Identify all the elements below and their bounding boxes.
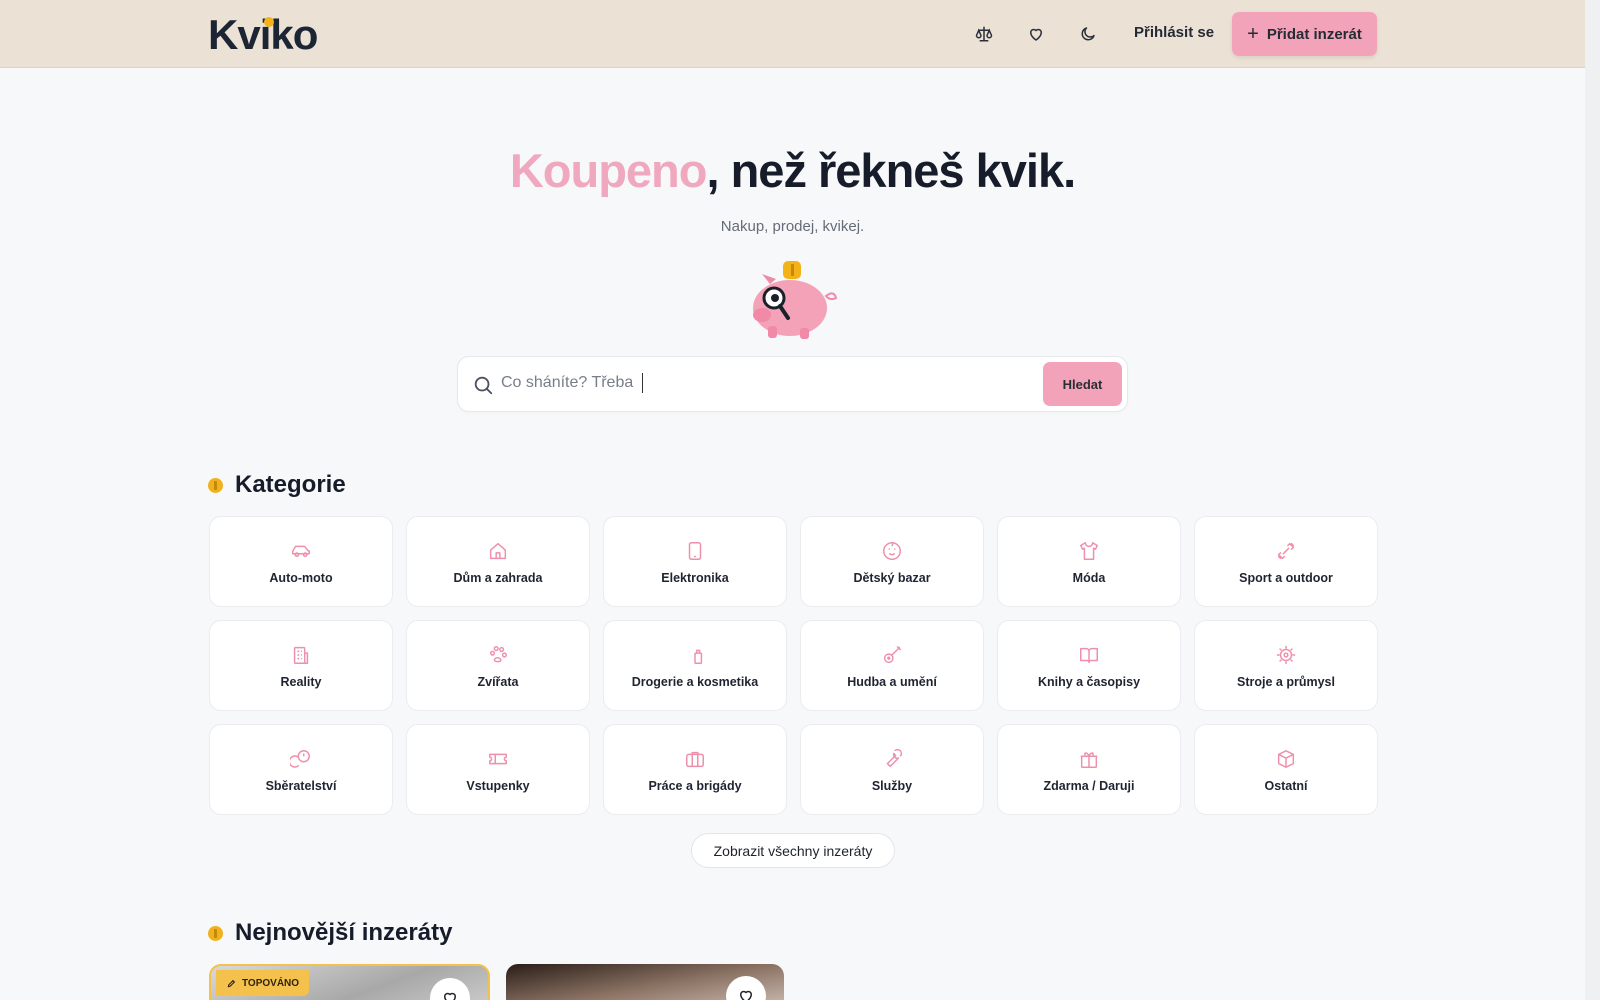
topped-badge-label: TOPOVÁNO — [242, 977, 300, 989]
ticket-icon — [486, 747, 510, 771]
category-label: Elektronika — [661, 570, 729, 585]
category-ostatni[interactable]: Ostatní — [1194, 724, 1378, 815]
category-label: Vstupenky — [466, 778, 530, 793]
hero-subtitle: Nakup, prodej, kvikej. — [720, 218, 865, 235]
top-header: Kviko Přihlásit se + Přidat inzerát — [0, 0, 1585, 68]
dark-mode-moon-icon[interactable] — [1076, 22, 1100, 46]
hero-title: Koupeno, než řekneš kvik. — [0, 143, 1585, 198]
text-cursor — [642, 373, 643, 393]
category-label: Auto-moto — [269, 570, 333, 585]
listing-card[interactable] — [506, 964, 784, 1000]
page-scrollbar[interactable] — [1585, 0, 1600, 1000]
category-label: Služby — [871, 778, 913, 793]
phone-icon — [683, 539, 707, 563]
category-elektronika[interactable]: Elektronika — [603, 516, 787, 607]
category-label: Práce a brigády — [648, 778, 742, 793]
category-zdarma-daruji[interactable]: Zdarma / Daruji — [997, 724, 1181, 815]
category-vstupenky[interactable]: Vstupenky — [406, 724, 590, 815]
dumbbell-icon — [1274, 539, 1298, 563]
box-icon — [1274, 747, 1298, 771]
category-moda[interactable]: Móda — [997, 516, 1181, 607]
category-drogerie-a-kosmetika[interactable]: Drogerie a kosmetika — [603, 620, 787, 711]
category-label: Reality — [280, 674, 322, 689]
plus-icon: + — [1247, 23, 1259, 45]
hero-title-accent: Koupeno — [509, 144, 708, 197]
logo-coin-icon — [264, 17, 274, 27]
cog-icon — [1274, 643, 1298, 667]
latest-listings-title: Nejnovější inzeráty — [235, 919, 453, 946]
category-dum-a-zahrada[interactable]: Dům a zahrada — [406, 516, 590, 607]
category-label: Drogerie a kosmetika — [631, 674, 759, 689]
compare-scale-icon[interactable] — [972, 22, 996, 46]
show-all-listings-button[interactable]: Zobrazit všechny inzeráty — [691, 833, 895, 868]
category-label: Sběratelství — [265, 778, 337, 793]
search-button[interactable]: Hledat — [1043, 362, 1122, 406]
favorites-heart-icon[interactable] — [1024, 22, 1048, 46]
hero-title-rest: , než řekneš kvik. — [706, 144, 1076, 197]
add-listing-button[interactable]: + Přidat inzerát — [1232, 12, 1377, 56]
building-icon — [289, 643, 313, 667]
category-sport-a-outdoor[interactable]: Sport a outdoor — [1194, 516, 1378, 607]
category-hudba-a-umeni[interactable]: Hudba a umění — [800, 620, 984, 711]
baby-icon — [880, 539, 904, 563]
category-label: Sport a outdoor — [1239, 570, 1333, 585]
category-label: Hudba a umění — [847, 674, 937, 689]
category-label: Zdarma / Daruji — [1043, 778, 1135, 793]
gift-icon — [1077, 747, 1101, 771]
category-label: Dům a zahrada — [453, 570, 543, 585]
category-label: Zvířata — [477, 674, 519, 689]
category-label: Ostatní — [1264, 778, 1308, 793]
category-reality[interactable]: Reality — [209, 620, 393, 711]
coins-icon — [289, 747, 313, 771]
topped-badge: TOPOVÁNO — [216, 970, 310, 996]
search-icon — [474, 376, 493, 395]
category-sberatelstvi[interactable]: Sběratelství — [209, 724, 393, 815]
book-icon — [1077, 643, 1101, 667]
category-knihy-a-casopisy[interactable]: Knihy a časopisy — [997, 620, 1181, 711]
categories-heading: Kategorie — [208, 471, 346, 499]
category-zvirata[interactable]: Zvířata — [406, 620, 590, 711]
house-icon — [486, 539, 510, 563]
paw-icon — [486, 643, 510, 667]
categories-title: Kategorie — [235, 471, 346, 498]
latest-listings-heading: Nejnovější inzeráty — [208, 919, 452, 947]
category-sluzby[interactable]: Služby — [800, 724, 984, 815]
shirt-icon — [1077, 539, 1101, 563]
wrench-icon — [880, 747, 904, 771]
guitar-icon — [880, 643, 904, 667]
category-label: Móda — [1072, 570, 1106, 585]
category-label: Knihy a časopisy — [1037, 674, 1141, 689]
category-label: Dětský bazar — [853, 570, 931, 585]
search-input[interactable]: Co sháníte? Třeba — [501, 374, 633, 392]
category-grid: Auto-moto Dům a zahrada Elektronika Děts… — [209, 516, 1378, 815]
login-link[interactable]: Přihlásit se — [1134, 24, 1214, 41]
coin-bullet-icon — [208, 925, 223, 941]
listing-card[interactable]: TOPOVÁNO — [209, 964, 490, 1000]
spray-icon — [683, 643, 707, 667]
favorite-heart-icon[interactable] — [430, 978, 470, 1000]
search-bar: Co sháníte? Třeba Hledat — [457, 356, 1128, 412]
category-prace-a-brigady[interactable]: Práce a brigády — [603, 724, 787, 815]
category-detsky-bazar[interactable]: Dětský bazar — [800, 516, 984, 607]
category-auto-moto[interactable]: Auto-moto — [209, 516, 393, 607]
briefcase-icon — [683, 747, 707, 771]
kviko-logo[interactable]: Kviko — [208, 11, 318, 59]
car-icon — [289, 539, 313, 563]
add-listing-label: Přidat inzerát — [1266, 25, 1362, 43]
piggy-bank-mascot-icon — [740, 258, 840, 344]
category-stroje-a-prumysl[interactable]: Stroje a průmysl — [1194, 620, 1378, 711]
rocket-icon — [227, 979, 236, 987]
category-label: Stroje a průmysl — [1237, 674, 1335, 689]
coin-bullet-icon — [208, 477, 223, 493]
favorite-heart-icon[interactable] — [726, 976, 766, 1000]
